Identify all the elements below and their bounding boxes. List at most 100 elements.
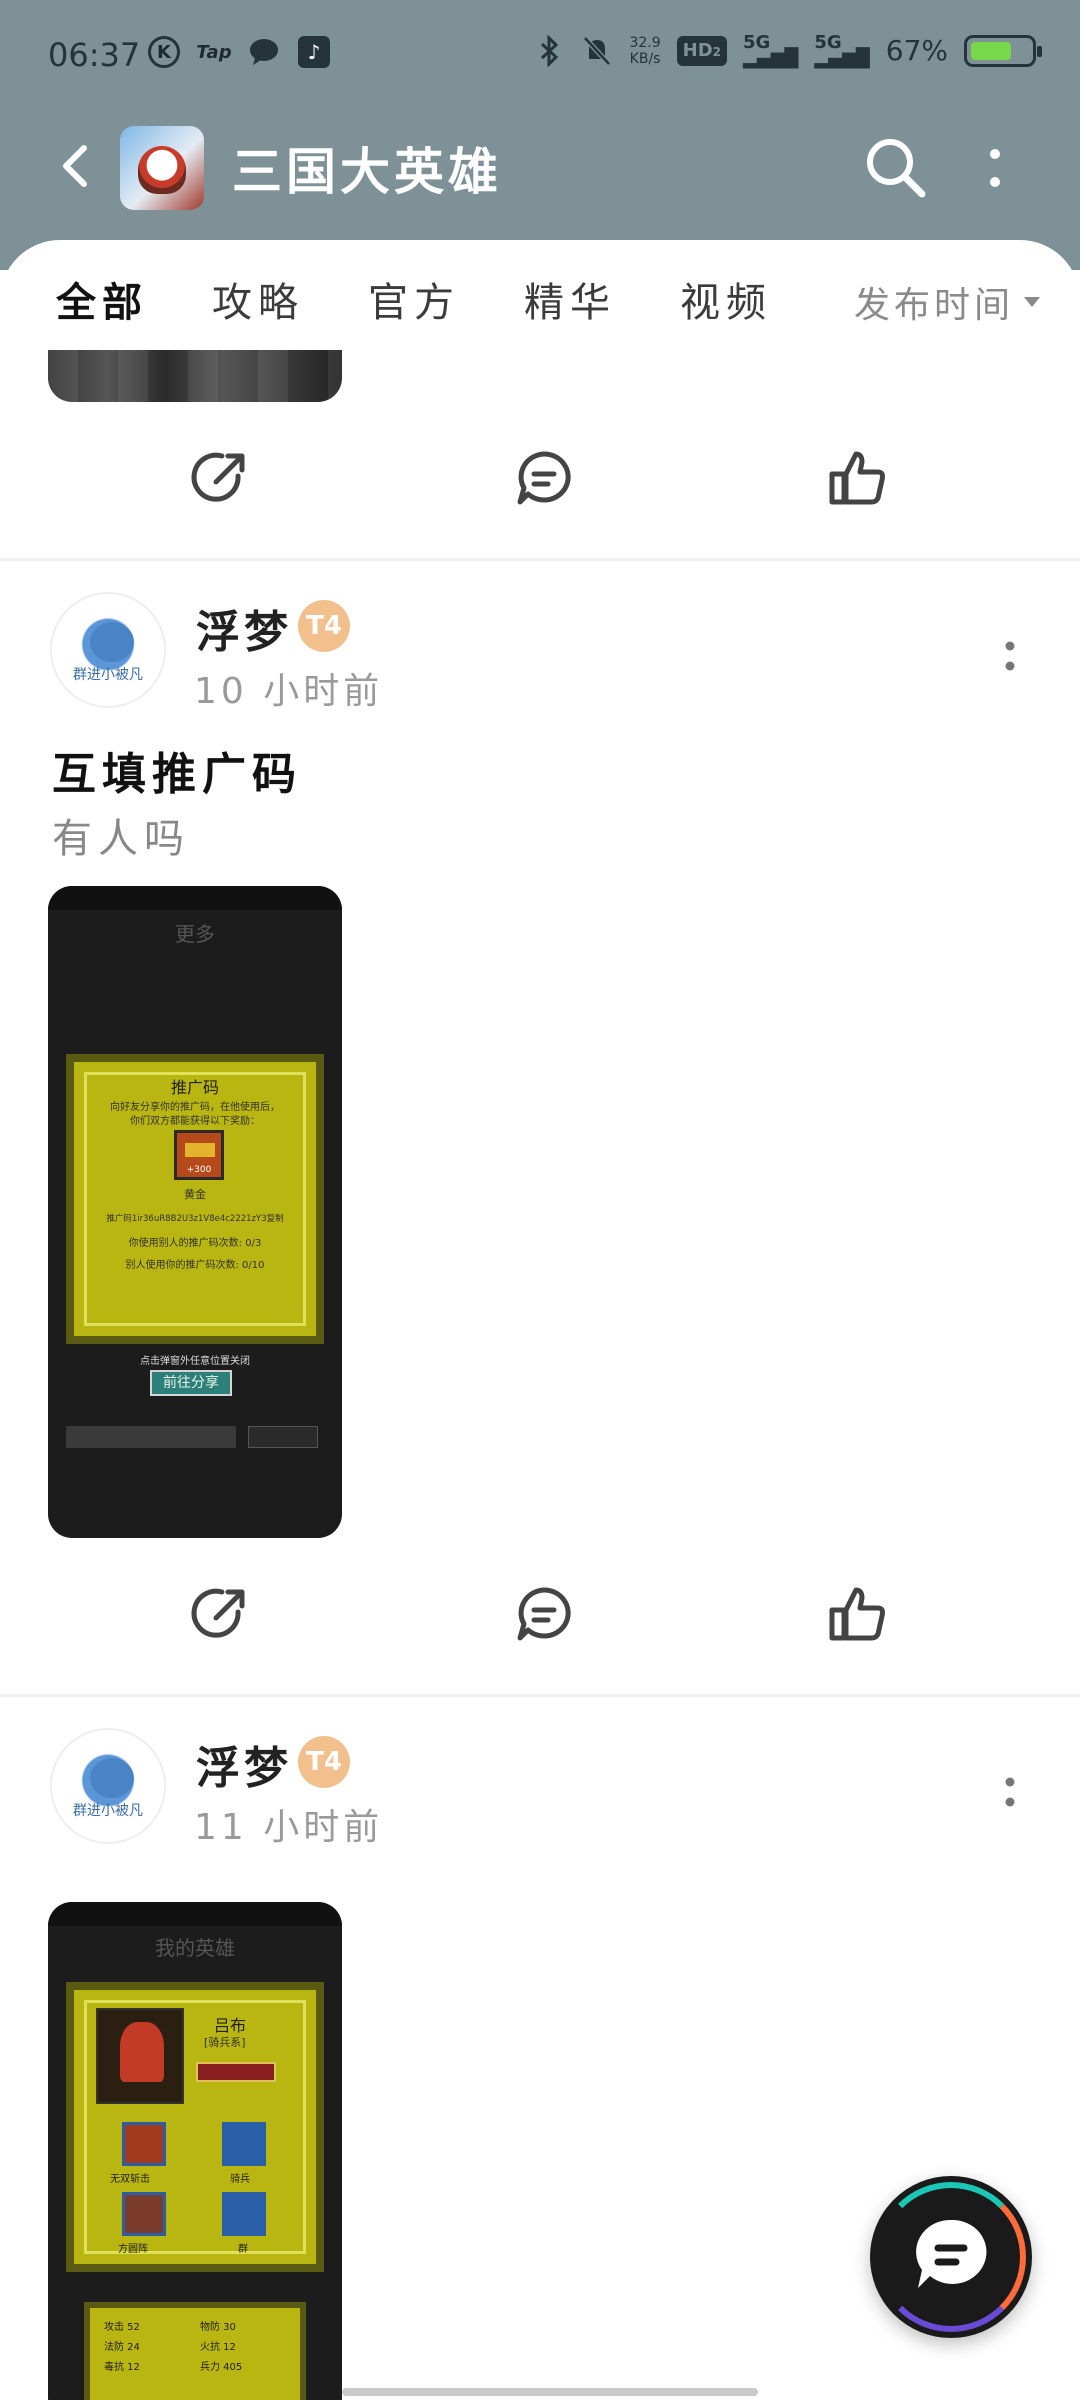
used-line2: 别人使用你的推广码次数: 0/10 [125, 1260, 265, 1271]
stat-0: 攻击 52 [104, 2322, 140, 2333]
post-image[interactable]: 我的英雄 吕布 [骑兵系] 无双斩击 骑兵 方圆阵 群 攻击 52 物防 30 [48, 1902, 342, 2400]
shot-status [48, 886, 342, 910]
post-body: 有人吗 [52, 816, 190, 862]
unit-icon [222, 2122, 266, 2166]
mute-bell-icon [581, 35, 613, 67]
speed-value: 32.9 [629, 34, 661, 51]
game-icon[interactable] [120, 126, 204, 210]
promo-panel: 推广码 向好友分享你的推广码，在他使用后， 你们双方都能获得以下奖励： +300… [66, 1054, 324, 1344]
more-menu-button[interactable] [980, 136, 1010, 200]
post-card[interactable]: 群进小被凡 浮梦 T4 10 小时前 互填推广码 有人吗 更多 推广码 向好友分… [0, 592, 1080, 1682]
panel-title: 推广码 [170, 1078, 219, 1097]
battery-text: 67% [885, 34, 948, 67]
shot-redeem [248, 1426, 318, 1448]
sort-label: 发布时间 [853, 285, 1014, 326]
home-indicator[interactable] [342, 2388, 758, 2396]
status-bar: 06:37 K Tap ♪ 32.9 KB/s HD2 5G ▂▄▆█ 5G ▂… [0, 0, 1080, 110]
username[interactable]: 浮梦 [196, 596, 292, 660]
like-button[interactable] [826, 446, 890, 510]
more-vertical-icon [990, 149, 1000, 187]
avatar-text: 群进小被凡 [73, 667, 143, 683]
hero-type: [骑兵系] [204, 2036, 246, 2049]
share-icon [191, 1588, 245, 1638]
shot-header: 更多 [175, 922, 215, 946]
tag3: 方圆阵 [118, 2244, 148, 2255]
panel-line2: 你们双方都能获得以下奖励： [130, 1116, 260, 1127]
app-header: 三国大英雄 [0, 118, 1080, 218]
share-icon [191, 452, 245, 502]
previous-post-image[interactable] [48, 350, 342, 402]
stat-5: 兵力 405 [200, 2362, 243, 2373]
avatar-text: 群进小被凡 [73, 1803, 143, 1819]
post-time: 11 小时前 [194, 1807, 384, 1848]
signal-1: 5G ▂▄▆█ [743, 33, 799, 69]
tab-video[interactable]: 视频 [680, 270, 772, 328]
status-right: 32.9 KB/s HD2 5G ▂▄▆█ 5G ▂▄▆█ 67% [533, 33, 1042, 69]
status-time: 06:37 [48, 36, 141, 74]
used-line1: 你使用别人的推广码次数: 0/3 [128, 1238, 262, 1249]
search-button[interactable] [862, 134, 928, 200]
back-arrow-icon [63, 145, 87, 187]
avatar[interactable]: 群进小被凡 [50, 592, 166, 708]
battery-fill [971, 41, 1011, 60]
shot-input [66, 1426, 236, 1448]
comment-icon [517, 1587, 571, 1641]
tiktok-icon: ♪ [298, 36, 330, 68]
comment-button[interactable] [512, 446, 576, 510]
bluetooth-icon [533, 34, 565, 67]
tab-all[interactable]: 全部 [56, 270, 148, 328]
share-button[interactable] [188, 1582, 252, 1646]
previous-post-actions [0, 446, 1080, 526]
network-speed: 32.9 KB/s [629, 35, 660, 67]
like-button[interactable] [826, 1582, 890, 1646]
avatar[interactable]: 群进小被凡 [50, 1728, 166, 1844]
app-screen: 06:37 K Tap ♪ 32.9 KB/s HD2 5G ▂▄▆█ 5G ▂… [0, 0, 1080, 2400]
stats-panel: 攻击 52 物防 30 法防 24 火抗 12 毒抗 12 兵力 405 [84, 2302, 306, 2400]
post-more-button[interactable] [1000, 632, 1020, 680]
post-divider [0, 558, 1080, 561]
shot-header: 我的英雄 [155, 1936, 235, 1960]
panel-line1: 向好友分享你的推广码，在他使用后， [110, 1102, 280, 1113]
promo-code: 推广码1ir36uR8B2U3z1V8e4c2221zY3复制 [106, 1214, 284, 1224]
tab-featured[interactable]: 精华 [524, 270, 616, 328]
speed-unit: KB/s [629, 50, 661, 67]
thumbs-up-icon [829, 451, 885, 505]
signal-bars-icon: ▂▄▆█ [743, 47, 799, 69]
hd-badge: HD2 [676, 35, 728, 66]
tag1: 无双斩击 [110, 2174, 150, 2185]
post-time: 10 小时前 [194, 671, 384, 712]
sort-dropdown[interactable]: 发布时间 [854, 276, 1040, 328]
hero-panel: 吕布 [骑兵系] 无双斩击 骑兵 方圆阵 群 [66, 1982, 324, 2272]
tap-icon: Tap [196, 41, 232, 63]
comment-button[interactable] [512, 1582, 576, 1646]
level-badge: T4 [298, 1736, 350, 1788]
shot-hint: 点击弹窗外任意位置关闭 [140, 1356, 250, 1367]
shot-share-button: 前往分享 [150, 1370, 232, 1396]
hero-name: 吕布 [214, 2016, 247, 2035]
formation-icon [122, 2192, 166, 2236]
username[interactable]: 浮梦 [196, 1732, 292, 1796]
caret-down-icon [1024, 297, 1040, 307]
top-bar: 06:37 K Tap ♪ 32.9 KB/s HD2 5G ▂▄▆█ 5G ▂… [0, 0, 1080, 270]
stat-3: 火抗 12 [200, 2342, 236, 2353]
page-title: 三国大英雄 [232, 142, 502, 201]
tab-official[interactable]: 官方 [368, 270, 460, 328]
comment-icon [517, 451, 571, 505]
gold-reward-icon: +300 [174, 1130, 224, 1180]
post-title: 互填推广码 [52, 749, 302, 800]
tag4: 群 [238, 2244, 248, 2255]
hero-button [196, 2062, 276, 2082]
hd-sub: 2 [712, 44, 722, 59]
more-vertical-icon [1005, 1777, 1015, 1807]
post-image[interactable]: 更多 推广码 向好友分享你的推广码，在他使用后， 你们双方都能获得以下奖励： +… [48, 886, 342, 1538]
signal-bars-icon: ▂▄▆█ [814, 47, 870, 69]
back-button[interactable] [50, 138, 106, 194]
more-vertical-icon [1005, 641, 1015, 671]
reward-name: 黄金 [184, 1188, 206, 1201]
chat-fab-button[interactable] [870, 2176, 1032, 2338]
post-more-button[interactable] [1000, 1768, 1020, 1816]
tab-bar: 全部 攻略 官方 精华 视频 发布时间 [0, 240, 1080, 350]
share-button[interactable] [188, 446, 252, 510]
tab-guides[interactable]: 攻略 [212, 270, 304, 328]
chat-bubble-icon [916, 2219, 987, 2288]
